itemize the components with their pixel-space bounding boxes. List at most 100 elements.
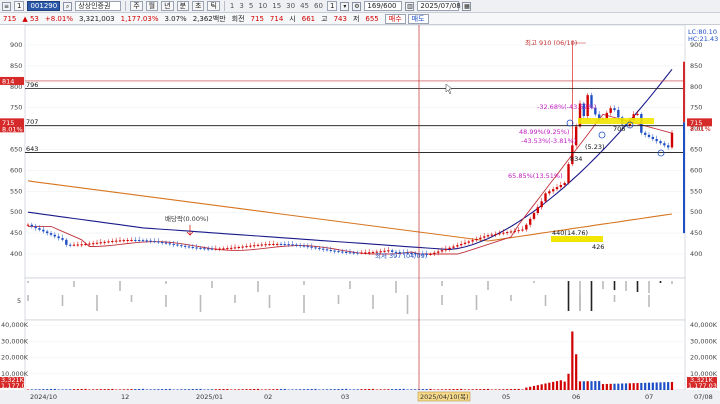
level-label-643: 643 <box>26 145 38 153</box>
candle-body <box>436 251 440 253</box>
candle-body <box>337 251 340 253</box>
tab-tick[interactable]: 틱 <box>207 1 220 11</box>
volume-bar <box>636 383 639 390</box>
volume-bar <box>548 382 551 390</box>
candle-body <box>540 201 543 208</box>
search-icon[interactable]: ⌕ <box>63 1 73 11</box>
buy-button[interactable]: 매수 <box>384 13 406 24</box>
interval-15[interactable]: 15 <box>271 2 282 10</box>
tab-minute[interactable]: 분 <box>176 1 190 11</box>
divider <box>223 1 225 11</box>
candle-body <box>344 251 348 253</box>
volume-bar <box>433 389 436 390</box>
candle-body <box>429 254 432 255</box>
volume-bar <box>467 389 470 390</box>
volume-bar <box>325 389 329 390</box>
candlestick-chart[interactable]: 796 707 643 최고 910 (06/10) 최저 397 (04/09) 배당… <box>0 25 720 404</box>
volume-bar <box>578 381 582 390</box>
volume-bar <box>122 389 125 390</box>
right-volume-tick: 20,000K <box>690 354 718 362</box>
candle-body <box>264 244 267 246</box>
indicator-bar <box>671 281 673 284</box>
candle-body <box>49 233 53 235</box>
candle-body <box>528 218 532 225</box>
interval-30[interactable]: 30 <box>285 2 296 10</box>
volume-bar <box>483 389 486 390</box>
volume-ratio: 1,177.03% <box>120 14 159 23</box>
volume-bar <box>268 389 271 390</box>
highlight-bar-high <box>578 118 654 124</box>
price-change: ▲ 53 <box>22 14 39 23</box>
period-button[interactable]: 1 <box>14 1 25 11</box>
tab-year[interactable]: 년 <box>161 1 174 11</box>
volume-bar <box>149 389 152 390</box>
interval-5[interactable]: 5 <box>248 2 254 10</box>
candle-body <box>84 243 87 245</box>
candle-body <box>30 224 34 227</box>
indicator-bar <box>441 295 443 305</box>
candle-body <box>160 242 164 244</box>
volume-bar <box>207 389 210 390</box>
candle-body <box>475 238 478 241</box>
chart-type-icon[interactable]: ▥ <box>405 1 415 11</box>
time-axis-bar <box>0 390 720 404</box>
chart-canvas[interactable]: 796 707 643 최고 910 (06/10) 최저 397 (04/09) 배당… <box>0 25 720 404</box>
candle-body <box>65 239 68 245</box>
quote-bar: 715 ▲ 53 +8.01% 3,321,003 1,177.03% 3.07… <box>0 13 720 25</box>
candle-body <box>183 245 187 247</box>
tab-month[interactable]: 월 <box>145 1 159 11</box>
interval-45[interactable]: 45 <box>299 2 310 10</box>
stock-name-field[interactable]: 상상인증권 <box>75 1 122 11</box>
indicator-bar <box>73 281 75 287</box>
interval-3[interactable]: 3 <box>238 2 244 10</box>
candle-body <box>295 244 298 246</box>
candle-body <box>655 139 658 142</box>
data-count-field[interactable]: 169/600 <box>364 1 403 11</box>
volume-bar <box>61 389 64 390</box>
menu-icon[interactable]: ≡ <box>2 1 11 11</box>
settings-icon[interactable]: ⚙ <box>352 1 362 11</box>
volume-bar <box>421 389 424 390</box>
high-label: 고 <box>321 14 328 23</box>
tab-second[interactable]: 초 <box>192 1 205 11</box>
volume-bar <box>65 389 68 390</box>
current-price: 715 <box>3 14 17 23</box>
interval-60[interactable]: 60 <box>313 2 324 10</box>
candle-body <box>364 252 367 254</box>
right-price-tick: 650 <box>690 146 702 154</box>
volume-bar <box>111 388 114 390</box>
interval-custom[interactable]: 1 <box>326 1 338 11</box>
candle-body <box>532 213 536 219</box>
candle-body <box>268 244 271 246</box>
calendar-icon[interactable]: ▦ <box>462 1 472 11</box>
interval-1[interactable]: 1 <box>229 2 235 10</box>
volume-bar <box>80 388 83 390</box>
volume-bar <box>486 388 490 390</box>
stock-code-input[interactable]: 001290 <box>27 1 61 11</box>
tab-week[interactable]: 주 <box>130 1 143 11</box>
indicator-bar <box>27 295 29 301</box>
volume-bar <box>141 388 145 390</box>
x-axis-label: 12 <box>121 393 129 401</box>
candle-body <box>341 251 344 253</box>
candle-body <box>157 241 160 243</box>
date-field[interactable]: 2025/07/08 <box>417 1 461 11</box>
candle-body <box>663 143 666 146</box>
volume-bar <box>360 389 363 390</box>
candle-body <box>233 247 237 249</box>
candle-body <box>130 239 133 241</box>
volume-bar <box>667 382 670 390</box>
indicator-bar <box>590 281 593 311</box>
dropdown-icon[interactable]: ▾ <box>340 1 350 11</box>
open-label: 시 <box>289 14 296 23</box>
candle-body <box>287 244 290 246</box>
level-label-707: 707 <box>26 118 38 126</box>
hc-label: HC:21.43 <box>688 35 718 43</box>
sell-button[interactable]: 매도 <box>407 13 429 24</box>
level-label-796: 796 <box>26 81 38 89</box>
candle-body <box>103 241 106 243</box>
x-axis-label: 2025/01 <box>196 393 223 401</box>
interval-10[interactable]: 10 <box>257 2 268 10</box>
volume-bar <box>617 383 620 390</box>
annotation-low: 최저 397 (04/09) <box>375 251 427 260</box>
